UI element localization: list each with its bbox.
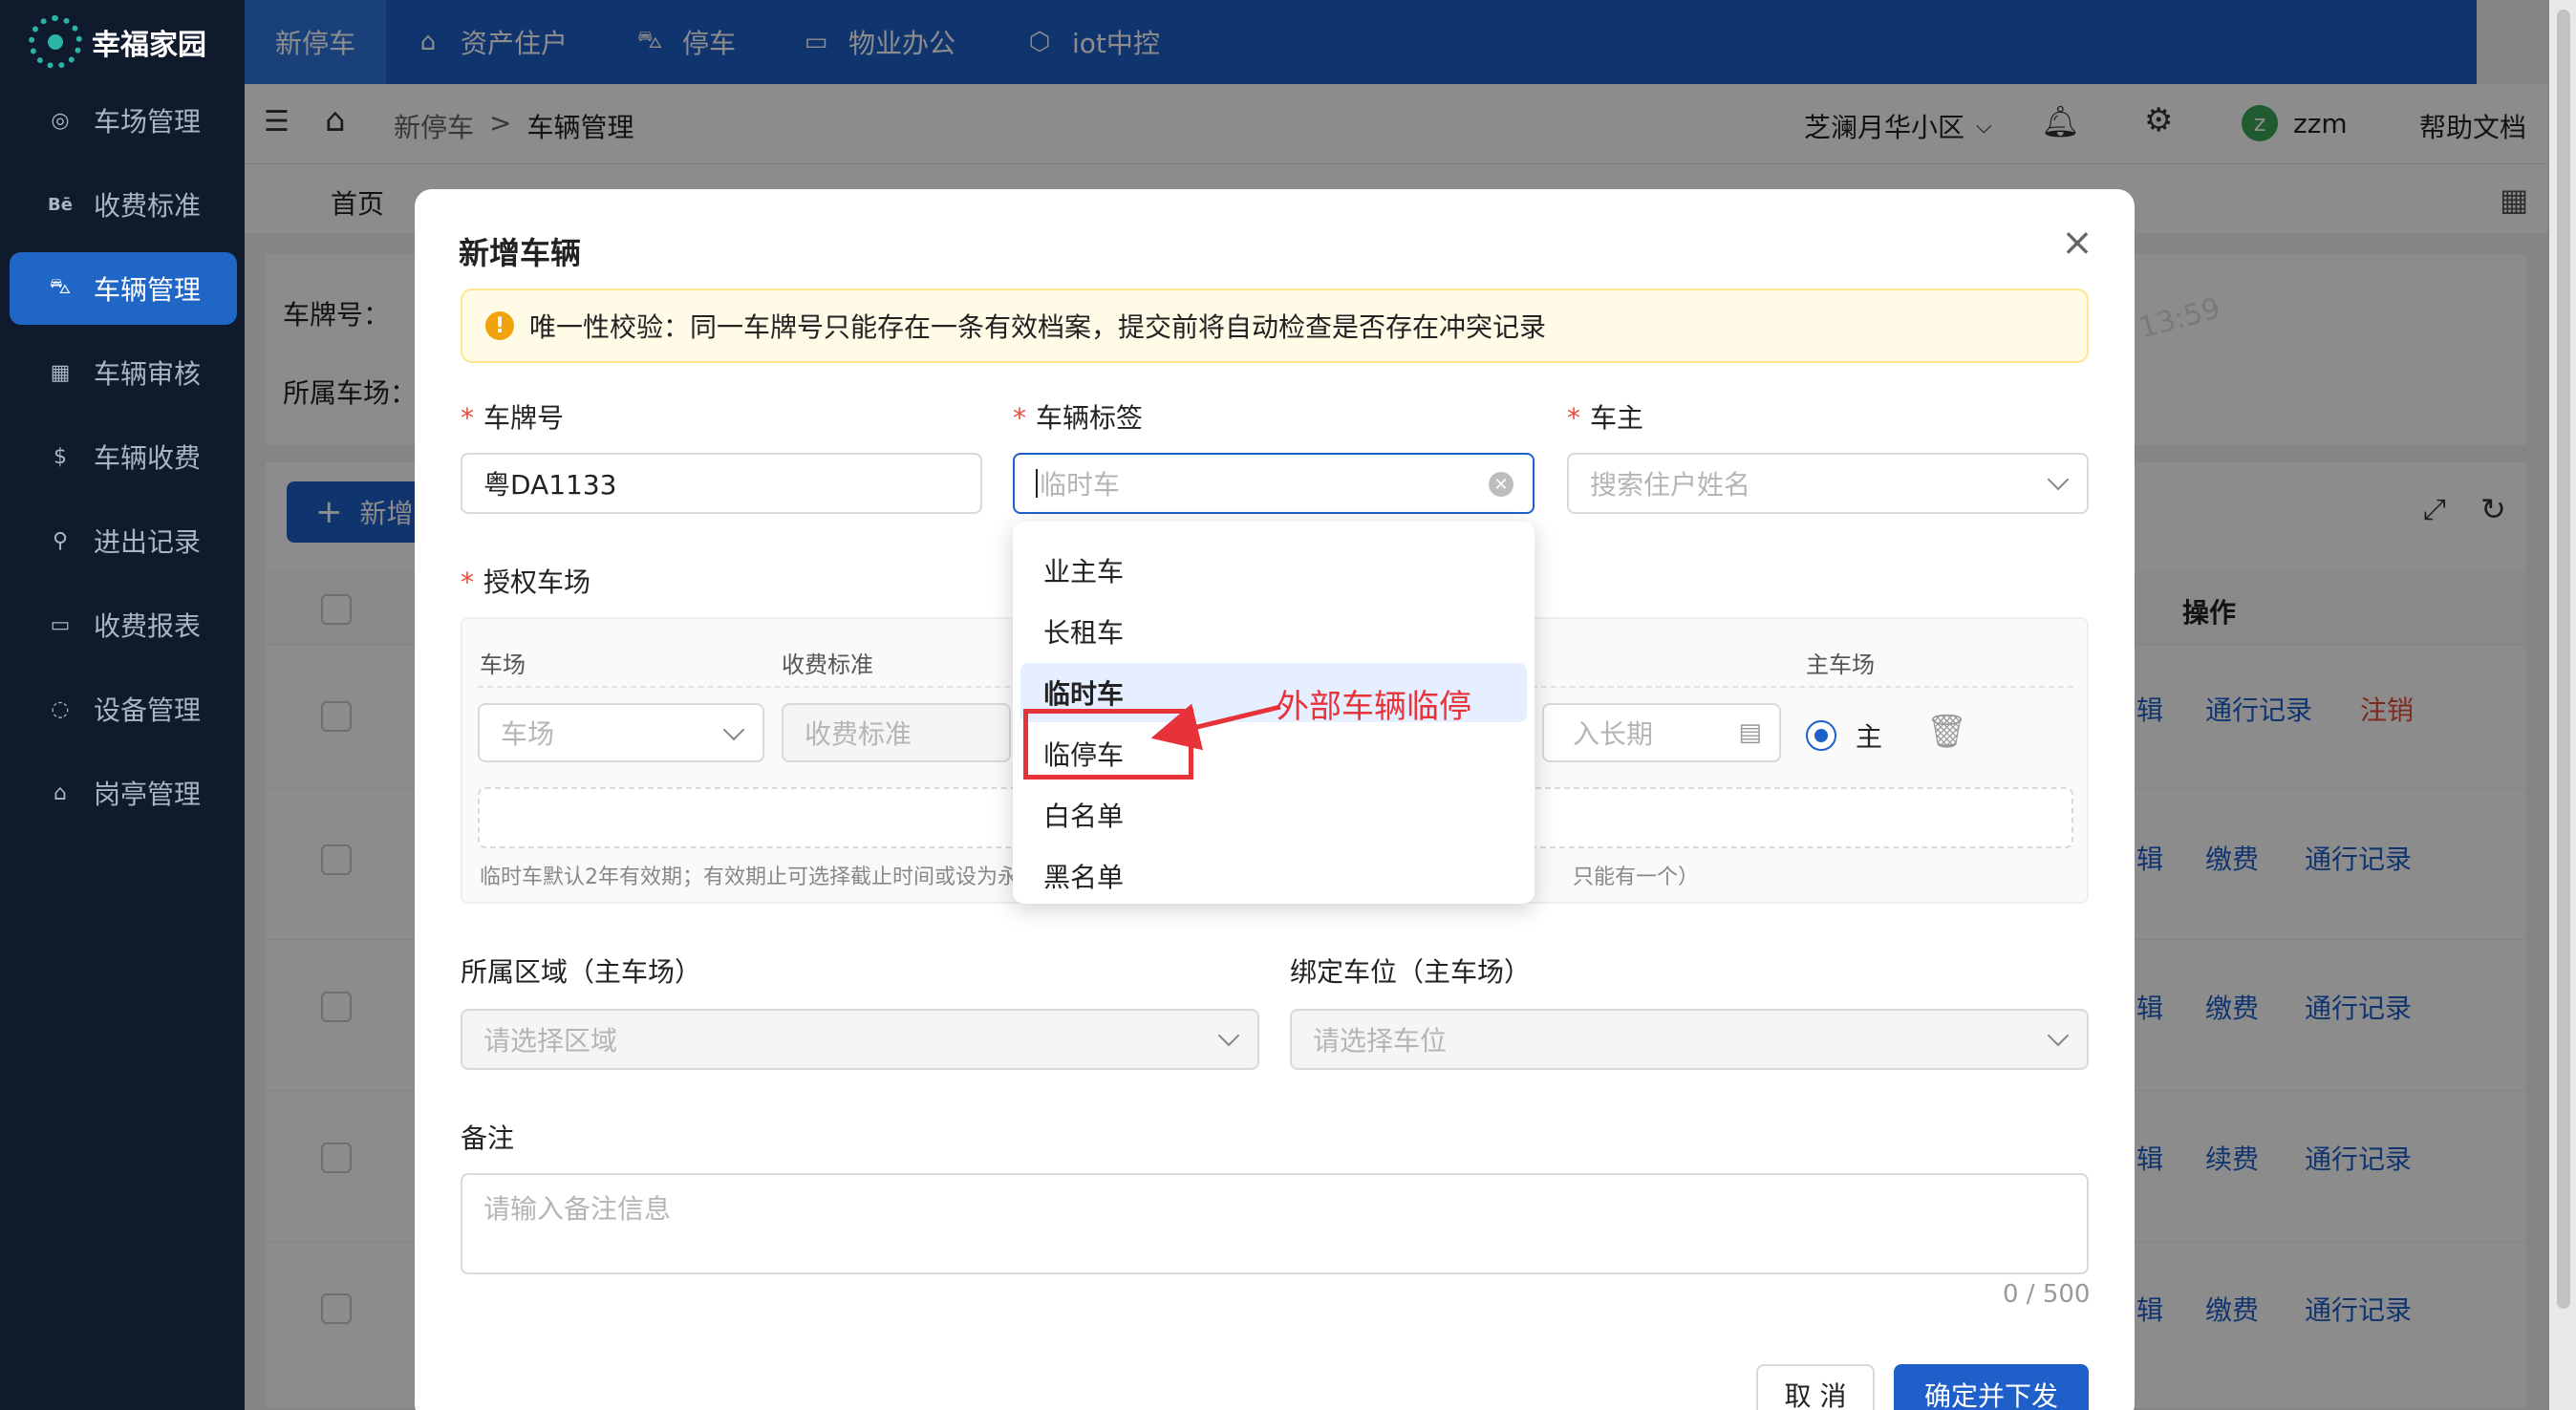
main-radio-label: 主 <box>1856 721 1883 753</box>
trash-icon[interactable]: 🗑︎ <box>1926 713 1967 751</box>
sidebar-item-label: 车辆收费 <box>94 442 202 474</box>
sidebar-item-parking-lot[interactable]: ◎ 车场管理 <box>10 84 237 157</box>
vehicle-tag-placeholder: 临时车 <box>1040 469 1121 501</box>
vehicle-tag-label: * 车辆标签 <box>1013 402 1144 434</box>
sidebar-item-label: 进出记录 <box>94 526 202 558</box>
dollar-icon: $ <box>54 444 67 469</box>
sidebar-item-vehicle[interactable]: ⛍ 车辆管理 <box>10 252 237 325</box>
sidebar-item-label: 收费标准 <box>94 190 202 222</box>
sidebar-item-booth[interactable]: ⌂ 岗亭管理 <box>10 757 237 829</box>
area-select[interactable]: 请选择区域 <box>461 1009 1259 1070</box>
date-prefix: 入 <box>1573 718 1600 750</box>
chevron-down-icon <box>722 718 745 741</box>
sidebar-item-label: 岗亭管理 <box>94 779 202 810</box>
sidebar-item-entry-record[interactable]: ⚲ 进出记录 <box>10 504 237 577</box>
lot-select[interactable]: 车场 <box>478 703 764 762</box>
calendar-icon: ▤ <box>1738 718 1762 747</box>
remark-label: 备注 <box>461 1122 515 1154</box>
uniqueness-alert: ! 唯一性校验：同一车牌号只能存在一条有效档案，提交前将自动检查是否存在冲突记录 <box>461 288 2089 363</box>
device-icon: ◌ <box>51 696 70 721</box>
remark-textarea[interactable]: 请输入备注信息 <box>461 1173 2089 1274</box>
owner-search-select[interactable]: 搜索住户姓名 <box>1567 453 2089 514</box>
owner-label: * 车主 <box>1567 402 1644 434</box>
chevron-down-icon <box>2047 468 2070 491</box>
sidebar-item-label: 收费报表 <box>94 610 202 642</box>
owner-placeholder: 搜索住户姓名 <box>1590 469 1751 501</box>
warning-icon: ! <box>485 311 514 340</box>
parking-space-select[interactable]: 请选择车位 <box>1290 1009 2089 1070</box>
fee-placeholder: 收费标准 <box>805 718 912 750</box>
app-logo: 幸福家园 <box>29 8 245 76</box>
confirm-and-send-button[interactable]: 确定并下发 <box>1894 1364 2089 1410</box>
area-label: 所属区域（主车场） <box>461 956 702 988</box>
dialog-title: 新增车辆 <box>459 235 582 271</box>
column-header-main-lot: 主车场 <box>1806 652 1875 678</box>
car-icon: ⛍ <box>49 275 72 299</box>
space-label: 绑定车位（主车场） <box>1290 956 1532 988</box>
sidebar-item-device[interactable]: ◌ 设备管理 <box>10 673 237 745</box>
close-icon[interactable]: × <box>2058 224 2096 262</box>
plate-value: 粤DA1133 <box>483 469 617 501</box>
column-header-fee: 收费标准 <box>782 652 873 678</box>
valid-until-date-picker[interactable]: 入长期 ▤ <box>1542 703 1781 762</box>
main-lot-radio[interactable]: 主 <box>1806 716 1882 755</box>
option-owner-car[interactable]: 业主车 <box>1020 541 1527 600</box>
lot-placeholder: 车场 <box>501 718 555 750</box>
lots-hint-right: 只能有一个） <box>1573 865 1700 889</box>
annotation-arrow <box>1150 703 1281 751</box>
plate-input[interactable]: 粤DA1133 <box>461 453 982 514</box>
sidebar-item-fee-report[interactable]: ▭ 收费报表 <box>10 588 237 661</box>
sidebar-item-label: 车辆管理 <box>94 274 202 306</box>
date-placeholder: 长期 <box>1599 718 1654 750</box>
entry-record-icon: ⚲ <box>52 528 69 553</box>
sidebar-item-label: 车场管理 <box>94 106 202 138</box>
fee-standard-select[interactable]: 收费标准 <box>782 703 1011 762</box>
radio-checked <box>1806 720 1836 751</box>
chevron-down-icon <box>1217 1024 1240 1047</box>
alert-text: 唯一性校验：同一车牌号只能存在一条有效档案，提交前将自动检查是否存在冲突记录 <box>529 311 1547 343</box>
sidebar-item-fee-standard[interactable]: Bē 收费标准 <box>10 168 237 241</box>
sidebar-item-vehicle-audit[interactable]: ▦ 车辆审核 <box>10 336 237 409</box>
clear-icon[interactable]: ✕ <box>1489 472 1513 497</box>
cancel-button[interactable]: 取 消 <box>1756 1364 1875 1410</box>
sidebar-item-vehicle-fee[interactable]: $ 车辆收费 <box>10 420 237 493</box>
lots-hint-left: 临时车默认2年有效期；有效期止可选择截止时间或设为永 <box>480 865 1019 889</box>
option-long-rent-car[interactable]: 长租车 <box>1020 602 1527 661</box>
text-cursor <box>1036 469 1038 498</box>
area-placeholder: 请选择区域 <box>483 1025 618 1057</box>
annotation-text: 外部车辆临停 <box>1277 688 1471 726</box>
remark-placeholder: 请输入备注信息 <box>483 1193 672 1225</box>
audit-icon: ▦ <box>50 360 71 385</box>
parking-icon: ◎ <box>51 108 70 133</box>
chevron-down-icon <box>2047 1024 2070 1047</box>
app-name: 幸福家园 <box>92 29 206 62</box>
column-header-lot: 车场 <box>480 652 526 678</box>
remark-counter: 0 / 500 <box>2003 1280 2091 1309</box>
space-placeholder: 请选择车位 <box>1313 1025 1448 1057</box>
sidebar-item-label: 设备管理 <box>94 694 202 726</box>
option-whitelist[interactable]: 白名单 <box>1020 785 1527 844</box>
booth-icon: ⌂ <box>54 780 67 805</box>
fee-standard-icon: Bē <box>48 194 73 215</box>
option-blacklist[interactable]: 黑名单 <box>1020 846 1527 906</box>
authorized-lots-label: * 授权车场 <box>461 566 591 598</box>
report-icon: ▭ <box>50 612 71 637</box>
logo-icon <box>29 15 82 69</box>
plate-label: * 车牌号 <box>461 402 565 434</box>
sidebar: 幸福家园 ◎ 车场管理 Bē 收费标准 ⛍ 车辆管理 ▦ 车辆审核 $ 车辆收费… <box>0 0 245 1410</box>
scrollbar-thumb[interactable] <box>2557 10 2570 1309</box>
sidebar-item-label: 车辆审核 <box>94 358 202 390</box>
vehicle-tag-select[interactable]: 临时车 ✕ <box>1013 453 1535 514</box>
